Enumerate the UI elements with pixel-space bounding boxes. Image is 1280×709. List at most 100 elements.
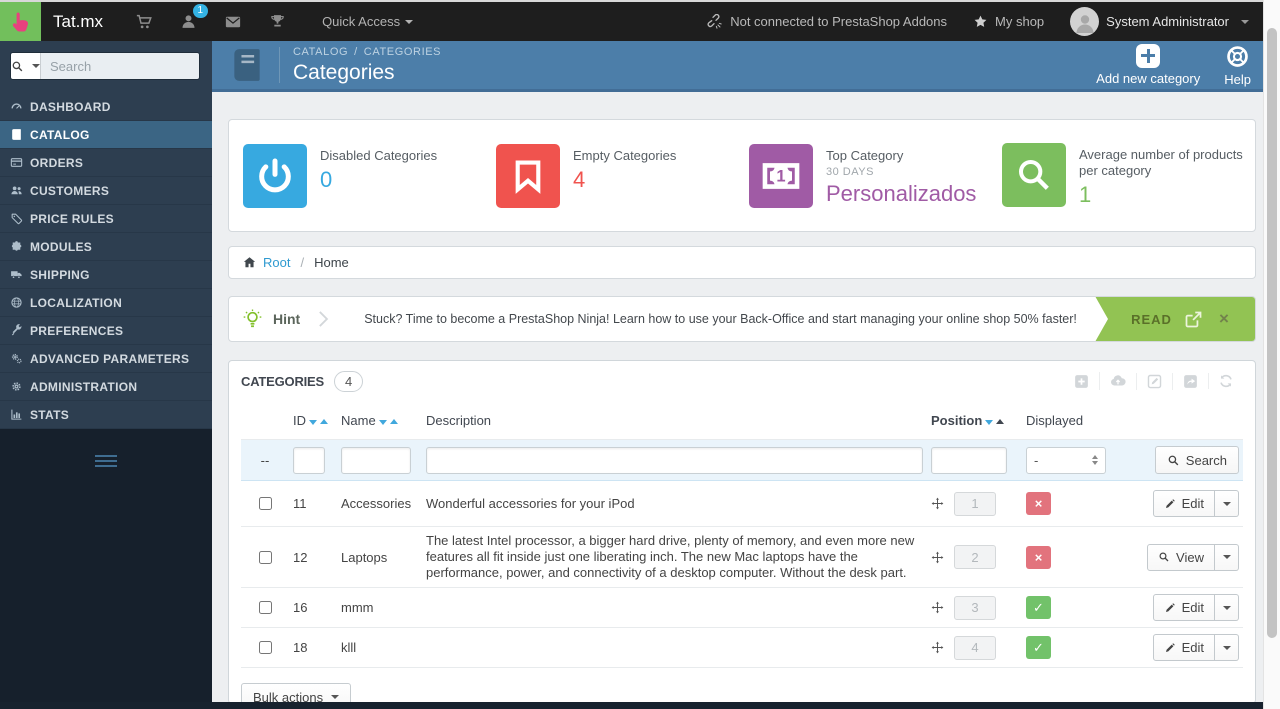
filter-position-input[interactable] xyxy=(931,446,1007,474)
row-actions-dropdown[interactable] xyxy=(1215,634,1239,661)
row-actions-dropdown[interactable] xyxy=(1215,543,1239,571)
path-current: Home xyxy=(314,255,349,270)
move-icon[interactable] xyxy=(931,601,944,614)
sidebar-item-stats[interactable]: STATS xyxy=(0,401,212,429)
sidebar-item-catalog[interactable]: CATALOG xyxy=(0,121,212,149)
sidebar-item-preferences[interactable]: PREFERENCES xyxy=(0,317,212,345)
sidebar-search-input[interactable] xyxy=(41,53,199,79)
quick-access-dropdown[interactable]: Quick Access xyxy=(322,14,414,29)
row-checkbox[interactable] xyxy=(258,601,272,614)
cell-id: 12 xyxy=(289,526,337,588)
row-actions-dropdown[interactable] xyxy=(1215,594,1239,621)
edit-button[interactable]: Edit xyxy=(1152,490,1215,517)
avatar xyxy=(1070,7,1100,36)
sort-id-desc-icon[interactable] xyxy=(309,420,317,425)
chevron-down-icon xyxy=(1222,555,1231,559)
view-button[interactable]: View xyxy=(1147,543,1215,571)
read-link[interactable]: READ xyxy=(1131,312,1172,327)
col-description: Description xyxy=(426,413,492,428)
my-shop-link[interactable]: My shop xyxy=(973,14,1044,29)
table-header-row: ID Name Description Position Displayed xyxy=(241,401,1243,440)
external-link-icon[interactable] xyxy=(1183,309,1204,330)
trophy-icon[interactable] xyxy=(269,13,286,30)
truck-icon xyxy=(10,268,23,281)
shop-name[interactable]: Tat.mx xyxy=(53,12,103,32)
hint-label: Hint xyxy=(273,311,301,327)
category-count-badge: 4 xyxy=(334,370,364,392)
move-icon[interactable] xyxy=(931,551,944,564)
sidebar-item-shipping[interactable]: SHIPPING xyxy=(0,261,212,289)
user-menu[interactable]: System Administrator xyxy=(1070,7,1249,36)
sidebar-item-modules[interactable]: MODULES xyxy=(0,233,212,261)
help-button[interactable]: Help xyxy=(1224,44,1251,87)
breadcrumb-page: CATEGORIES xyxy=(363,45,442,58)
row-checkbox[interactable] xyxy=(258,641,272,654)
sort-id-asc-icon[interactable] xyxy=(320,419,328,424)
breadcrumb-section[interactable]: CATALOG xyxy=(293,46,348,58)
cell-name: mmm xyxy=(337,587,422,628)
sort-position-asc-icon[interactable] xyxy=(996,419,1005,424)
move-icon[interactable] xyxy=(931,497,944,510)
scrollbar-thumb[interactable] xyxy=(1267,28,1277,638)
scrollbar[interactable] xyxy=(1263,0,1280,709)
add-icon[interactable] xyxy=(1064,373,1099,390)
row-actions-dropdown[interactable] xyxy=(1215,490,1239,517)
row-checkbox[interactable] xyxy=(258,497,272,510)
export-icon[interactable] xyxy=(1172,372,1208,390)
sort-position-desc-icon[interactable] xyxy=(985,420,994,425)
prestashop-logo[interactable] xyxy=(0,2,41,41)
chevron-down-icon xyxy=(1241,19,1249,24)
close-icon[interactable]: × xyxy=(1219,309,1229,329)
displayed-toggle-disabled[interactable]: × xyxy=(1026,545,1051,569)
add-new-category-button[interactable]: Add new category xyxy=(1096,43,1200,86)
row-checkbox[interactable] xyxy=(258,550,272,564)
filter-name-input[interactable] xyxy=(341,446,411,474)
gauge-icon xyxy=(10,100,23,113)
lifering-icon xyxy=(1225,44,1250,69)
messages-icon[interactable] xyxy=(224,13,242,31)
footer-bar xyxy=(0,702,1263,709)
customers-icon[interactable]: 1 xyxy=(180,4,209,30)
path-root-link[interactable]: Root xyxy=(263,255,290,270)
table-row: 16 mmm 3 ✓ Edit xyxy=(241,587,1243,628)
addons-status[interactable]: Not connected to PrestaShop Addons xyxy=(707,14,947,30)
filter-description-input[interactable] xyxy=(426,446,923,474)
chevron-down-icon xyxy=(405,20,414,24)
table-row: 11 Accessories Wonderful accessories for… xyxy=(241,480,1243,527)
filter-displayed-select[interactable]: - xyxy=(1026,446,1106,474)
sort-name-desc-icon[interactable] xyxy=(378,420,387,425)
sidebar-item-advanced-parameters[interactable]: ADVANCED PARAMETERS xyxy=(0,345,212,373)
panel-title: CATEGORIES xyxy=(241,373,324,389)
table-row: 12 Laptops The latest Intel processor, a… xyxy=(241,526,1243,588)
sidebar-item-dashboard[interactable]: DASHBOARD xyxy=(0,93,212,121)
sort-name-asc-icon[interactable] xyxy=(389,419,398,424)
globe-icon xyxy=(10,296,23,309)
sidebar-item-price-rules[interactable]: PRICE RULES xyxy=(0,205,212,233)
cell-name: klll xyxy=(337,627,422,668)
displayed-toggle-enabled[interactable]: ✓ xyxy=(1026,636,1051,659)
bookmark-icon xyxy=(496,143,560,208)
displayed-toggle-enabled[interactable]: ✓ xyxy=(1026,596,1051,619)
move-icon[interactable] xyxy=(931,641,944,654)
collapse-menu-icon[interactable] xyxy=(95,455,117,469)
sidebar-item-orders[interactable]: ORDERS xyxy=(0,149,212,177)
edit-list-icon[interactable] xyxy=(1136,372,1172,390)
edit-button[interactable]: Edit xyxy=(1152,634,1215,661)
sidebar-item-administration[interactable]: ADMINISTRATION xyxy=(0,373,212,401)
search-scope-button[interactable] xyxy=(11,53,41,79)
plus-icon xyxy=(1136,43,1161,68)
sidebar-item-customers[interactable]: CUSTOMERS xyxy=(0,177,212,205)
import-icon[interactable] xyxy=(1099,372,1136,390)
pencil-icon xyxy=(1164,498,1176,510)
cell-description xyxy=(422,627,927,668)
lightbulb-icon xyxy=(241,308,264,331)
refresh-icon[interactable] xyxy=(1208,373,1243,389)
search-button[interactable]: Search xyxy=(1154,446,1239,474)
edit-button[interactable]: Edit xyxy=(1152,594,1215,621)
home-icon xyxy=(242,255,257,270)
displayed-toggle-disabled[interactable]: × xyxy=(1026,492,1051,515)
cart-icon[interactable] xyxy=(135,13,153,31)
sidebar-item-localization[interactable]: LOCALIZATION xyxy=(0,289,212,317)
filter-id-input[interactable] xyxy=(293,446,325,474)
hint-banner: Hint Stuck? Time to become a PrestaShop … xyxy=(228,296,1256,342)
